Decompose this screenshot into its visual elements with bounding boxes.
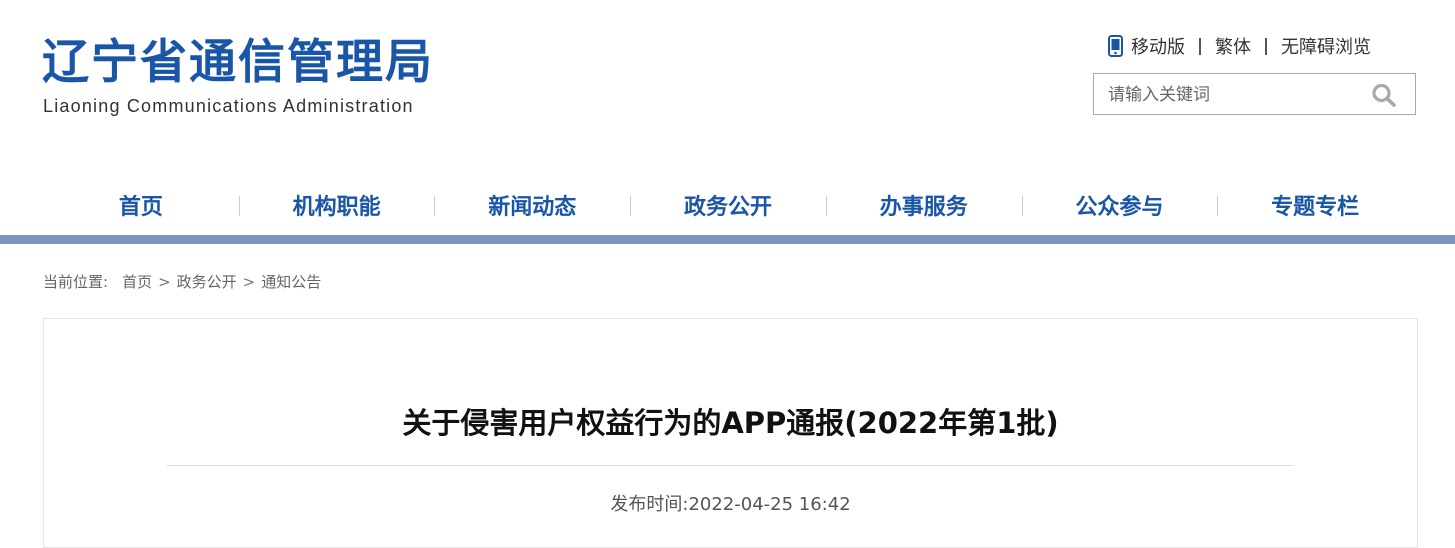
- article-meta: 发布时间:2022-04-25 16:42: [43, 490, 1418, 516]
- breadcrumb-separator: >: [242, 273, 256, 291]
- top-links: 移动版 繁体 无障碍浏览: [1108, 34, 1371, 58]
- accessible-browsing-link[interactable]: 无障碍浏览: [1281, 33, 1371, 59]
- mobile-phone-icon: [1108, 35, 1123, 57]
- traditional-chinese-link[interactable]: 繁体: [1215, 33, 1251, 59]
- main-navigation: 首页 机构职能 新闻动态 政务公开 办事服务 公众参与 专题专栏: [43, 186, 1413, 224]
- site-logo-english: Liaoning Communications Administration: [43, 96, 414, 116]
- nav-special-topics[interactable]: 专题专栏: [1217, 189, 1413, 221]
- nav-news[interactable]: 新闻动态: [434, 189, 630, 221]
- breadcrumb-notices[interactable]: 通知公告: [261, 273, 321, 291]
- breadcrumb-separator: >: [158, 273, 171, 291]
- link-separator: [1199, 37, 1201, 55]
- title-divider: [167, 465, 1293, 466]
- nav-public-participation[interactable]: 公众参与: [1021, 189, 1218, 221]
- nav-functions[interactable]: 机构职能: [238, 189, 435, 221]
- nav-services[interactable]: 办事服务: [825, 189, 1022, 221]
- publish-time-value: 2022-04-25 16:42: [688, 494, 851, 515]
- nav-government-affairs[interactable]: 政务公开: [630, 189, 826, 221]
- article-title: 关于侵害用户权益行为的APP通报(2022年第1批): [402, 406, 1059, 440]
- nav-home[interactable]: 首页: [43, 189, 239, 221]
- breadcrumb: 当前位置: 首页 > 政务公开 > 通知公告: [43, 271, 321, 292]
- nav-underline-bar: [0, 235, 1455, 244]
- mobile-version-link[interactable]: 移动版: [1131, 33, 1185, 59]
- publish-time-label: 发布时间:: [610, 494, 689, 515]
- search-icon[interactable]: [1371, 83, 1397, 107]
- site-logo-chinese[interactable]: 辽宁省通信管理局: [42, 36, 462, 90]
- link-separator: [1265, 37, 1267, 55]
- breadcrumb-home[interactable]: 首页: [122, 273, 152, 291]
- breadcrumb-government-affairs[interactable]: 政务公开: [177, 273, 237, 291]
- search-input[interactable]: [1106, 74, 1360, 116]
- breadcrumb-label: 当前位置:: [43, 273, 109, 291]
- search-box: [1093, 73, 1416, 116]
